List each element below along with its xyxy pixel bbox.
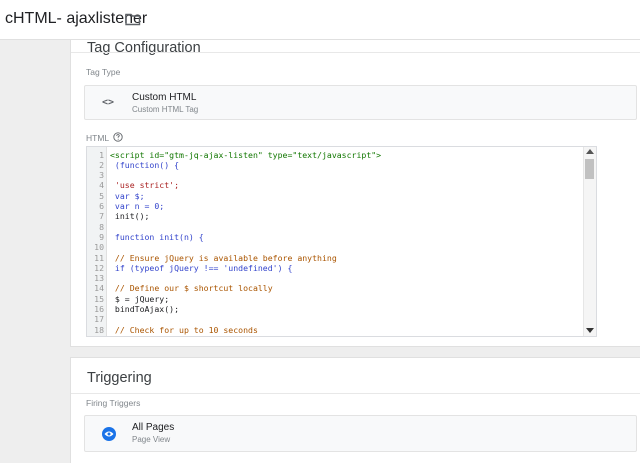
code-line: 11 // Ensure jQuery is available before … — [87, 253, 582, 263]
editor-scrollbar[interactable] — [583, 147, 596, 336]
trigger-type: Page View — [132, 435, 171, 444]
code-text: var $; — [110, 190, 145, 201]
scroll-down-arrow-icon[interactable] — [586, 328, 594, 333]
code-text: if (typeof jQuery !== 'undefined') { — [110, 262, 293, 273]
code-line: 9 function init(n) { — [87, 232, 582, 242]
line-number: 12 — [94, 262, 104, 273]
code-line: 2 (function() { — [87, 160, 582, 170]
line-number: 19 — [87, 335, 104, 336]
code-line: 6 var n = 0; — [87, 201, 582, 211]
code-line: 7 init(); — [87, 211, 582, 221]
code-text: // Ensure jQuery is available before any… — [110, 252, 337, 263]
code-line: 15 $ = jQuery; — [87, 294, 582, 304]
folder-icon[interactable] — [125, 12, 141, 26]
line-number: 6 — [99, 201, 104, 211]
line-number: 9 — [99, 231, 104, 242]
tag-type-name: Custom HTML — [132, 92, 197, 103]
code-line: 10 — [87, 242, 582, 252]
code-line: 17 — [87, 314, 582, 324]
top-bar: cHTML- ajaxlistener — [0, 0, 640, 40]
code-text: // Check for up to 10 seconds — [110, 324, 258, 335]
line-number: 2 — [99, 159, 104, 170]
code-line: 12 if (typeof jQuery !== 'undefined') { — [87, 263, 582, 273]
line-number: 11 — [94, 252, 104, 263]
tag-type-selector[interactable]: <> Custom HTML Custom HTML Tag — [84, 85, 637, 120]
code-text: function init(n) { — [110, 231, 204, 242]
section-title-tag-configuration: Tag Configuration — [87, 40, 201, 56]
firing-triggers-label: Firing Triggers — [86, 398, 141, 408]
code-line: 1 <script id="gtm-jq-ajax-listen" type="t… — [87, 150, 582, 160]
line-number: 13 — [94, 273, 104, 284]
line-number: 7 — [99, 211, 104, 222]
triggering-card: Triggering Firing Triggers All Pages Pag… — [70, 357, 640, 463]
section-divider — [71, 52, 640, 53]
eye-icon — [102, 427, 116, 441]
line-number: 18 — [94, 324, 104, 335]
line-number: 15 — [94, 293, 104, 304]
code-line: 8 — [87, 222, 582, 232]
scroll-up-arrow-icon[interactable] — [586, 149, 594, 154]
line-number: 10 — [94, 242, 104, 253]
line-number: 16 — [94, 304, 104, 314]
code-text: // Define our $ shortcut locally — [110, 283, 273, 294]
tag-type-label: Tag Type — [86, 67, 121, 77]
code-line: 14 // Define our $ shortcut locally — [87, 283, 582, 293]
code-text: var n = 0; — [110, 201, 165, 211]
line-number: 1 — [99, 149, 104, 160]
line-number: 17 — [94, 314, 104, 325]
firing-trigger-item[interactable]: All Pages Page View — [84, 415, 637, 452]
help-circle-icon[interactable] — [113, 132, 123, 142]
html-label: HTML — [86, 133, 110, 143]
code-text: init(); — [110, 211, 150, 222]
tag-configuration-card: Tag Configuration Tag Type <> Custom HTM… — [70, 40, 640, 347]
code-line: 4 'use strict'; — [87, 180, 582, 190]
tag-type-subtitle: Custom HTML Tag — [132, 105, 199, 114]
code-brackets-icon: <> — [102, 97, 115, 108]
section-divider — [71, 393, 640, 394]
trigger-name: All Pages — [132, 422, 175, 433]
code-text: 'use strict'; — [110, 180, 180, 191]
section-title-triggering: Triggering — [87, 370, 152, 386]
code-line: 16 bindToAjax(); — [87, 304, 582, 314]
code-text: } else if (n < 20) { — [110, 335, 214, 336]
line-number: 8 — [99, 221, 104, 232]
code-line: 13 — [87, 273, 582, 283]
code-text: <script id="gtm-jq-ajax-listen" type="te… — [110, 149, 382, 160]
code-line: 5 var $; — [87, 191, 582, 201]
code-text: $ = jQuery; — [110, 293, 170, 304]
line-number: 3 — [99, 170, 104, 181]
code-text: (function() { — [110, 159, 180, 170]
line-number: 4 — [99, 180, 104, 191]
code-line: 3 — [87, 170, 582, 180]
code-line: 19 } else if (n < 20) { — [87, 335, 582, 336]
code-text: bindToAjax(); — [110, 304, 180, 314]
line-number: 5 — [99, 190, 104, 201]
line-number: 14 — [94, 283, 104, 294]
scrollbar-thumb[interactable] — [585, 159, 594, 179]
html-code-editor[interactable]: 1 <script id="gtm-jq-ajax-listen" type="t… — [86, 146, 597, 337]
code-line: 18 // Check for up to 10 seconds — [87, 325, 582, 335]
